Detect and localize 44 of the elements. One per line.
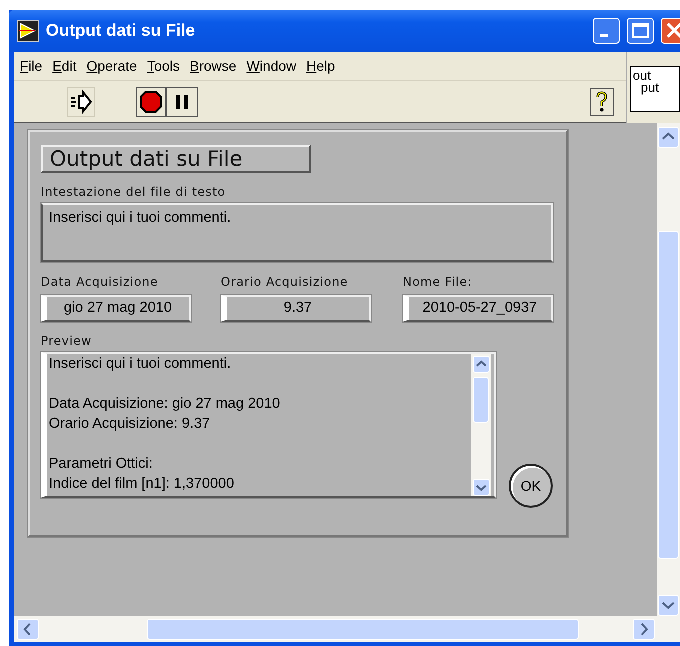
preview-line: Data Acquisizione: gio 27 mag 2010 [49,395,282,414]
window-title: Output dati su File [46,21,196,41]
scroll-thumb[interactable] [147,618,579,640]
pause-button[interactable] [166,86,198,116]
stop-button[interactable] [136,86,166,116]
panel-title: Output dati su File [41,145,311,173]
vertical-scrollbar[interactable] [657,123,680,616]
scroll-right-icon[interactable] [633,618,655,640]
field-label: Data Acquisizione [41,275,160,289]
minimize-button[interactable] [593,18,620,44]
run-button[interactable] [67,86,95,116]
preview-line: Orario Acquisizione: 9.37 [49,415,212,434]
scroll-thumb[interactable] [658,231,679,559]
display-field: gio 27 mag 2010 [41,295,191,322]
preview-line: Indice del film [n1]: 1,370000 [49,475,236,494]
display-field: 9.37 [221,295,371,322]
close-button[interactable] [661,18,680,44]
scrollbar[interactable] [471,354,491,496]
preview-line: Inserisci qui i tuoi commenti. [49,355,232,374]
vi-icon: out put [630,66,680,112]
horizontal-scrollbar[interactable] [14,616,680,646]
menu-item[interactable]: Window [242,58,303,74]
maximize-button[interactable] [627,18,654,44]
help-button[interactable] [590,88,614,116]
menu-item[interactable]: Edit [48,58,83,74]
menu-item[interactable]: Browse [186,58,243,74]
field-label: Orario Acquisizione [221,275,350,289]
display-field: 2010-05-27_0937 [403,295,553,322]
menu-item[interactable]: Tools [143,58,186,74]
scroll-thumb[interactable] [473,377,489,423]
field-label: Preview [41,334,93,348]
menu-item[interactable]: File [16,58,49,74]
menu-item[interactable]: Help [302,58,342,74]
scroll-down-icon[interactable] [658,595,679,616]
preview-line: Parametri Ottici: [49,455,154,474]
field-label: Nome File: [403,275,474,289]
scroll-left-icon[interactable] [17,618,39,640]
scroll-up-icon[interactable] [658,127,679,148]
scroll-up-icon[interactable] [472,356,490,373]
scroll-down-icon[interactable] [472,479,490,496]
text-field[interactable]: Inserisci qui i tuoi commenti. [41,203,553,262]
field-label: Intestazione del file di testo [41,185,227,199]
ok-button[interactable]: OK [509,464,553,508]
menu-item[interactable]: Operate [82,58,144,74]
